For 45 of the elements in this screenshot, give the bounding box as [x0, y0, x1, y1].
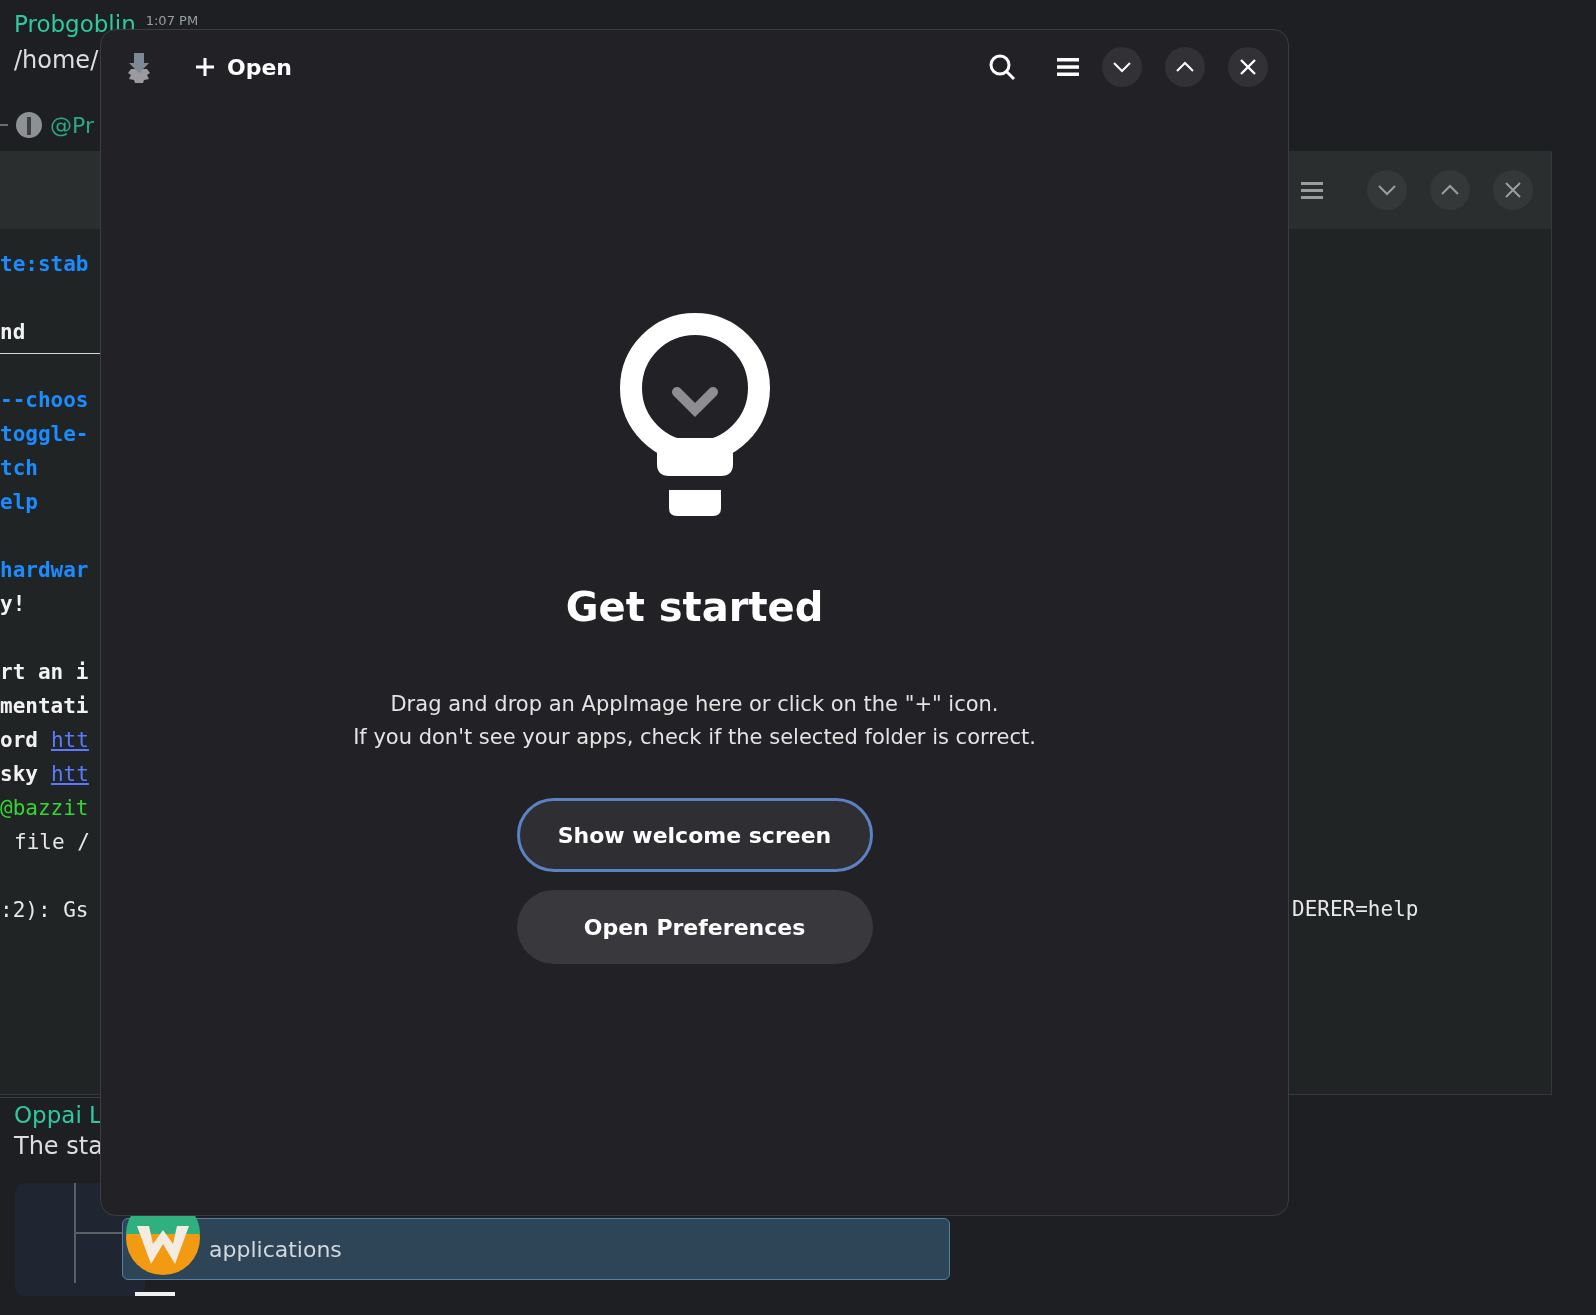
open-button[interactable]: Open — [187, 48, 301, 86]
terminal-text: DERER=help — [1292, 897, 1419, 921]
download-gear-icon[interactable] — [125, 51, 153, 83]
search-icon — [988, 53, 1016, 81]
terminal-text: --choos — [0, 388, 89, 412]
link[interactable]: htt — [50, 762, 89, 786]
avatar-icon — [16, 112, 42, 138]
terminal-text: rt an i — [0, 660, 89, 684]
user-mention[interactable]: @Pr — [50, 112, 94, 138]
terminal-text: :2): Gs — [0, 898, 89, 922]
terminal-text: nd — [0, 320, 26, 344]
terminal-text: sky — [0, 762, 38, 786]
file-row[interactable]: applications — [122, 1218, 950, 1280]
terminal-text: toggle- — [0, 422, 89, 446]
terminal-text: @bazzit — [0, 796, 89, 820]
terminal-text: y! — [0, 592, 26, 616]
menu-button[interactable] — [1057, 57, 1079, 77]
description-text: Drag and drop an AppImage here or click on the "+" icon. — [390, 691, 999, 718]
plus-icon — [195, 57, 215, 77]
terminal-text: hardwar — [0, 558, 89, 582]
author-name: Probgoblin — [14, 10, 136, 38]
terminal-text: tch — [0, 456, 38, 480]
terminal-text: mentati — [0, 694, 89, 718]
scroll-marker — [135, 1292, 175, 1296]
lightbulb-icon — [618, 312, 771, 518]
file-name: applications — [209, 1236, 342, 1262]
heading: Get started — [565, 584, 824, 630]
menu-icon — [1057, 57, 1079, 77]
action-button[interactable]: Open Preferences — [516, 890, 873, 964]
expand-button[interactable] — [1165, 47, 1205, 87]
terminal-text: ord — [0, 728, 38, 752]
message-text: /home/ — [13, 45, 100, 74]
close-icon — [1503, 180, 1523, 200]
description-text: If you don't see your apps, check if the selected folder is correct. — [353, 724, 1036, 751]
search-button[interactable] — [988, 53, 1016, 81]
collapse-button[interactable] — [1102, 47, 1142, 87]
action-button[interactable]: Show welcome screen — [516, 798, 873, 872]
link[interactable]: htt — [50, 728, 89, 752]
timestamp: 1:07 PM — [145, 13, 199, 28]
terminal-text: elp — [0, 490, 38, 514]
terminal-text: te:stab — [0, 252, 89, 276]
close-button[interactable] — [1228, 47, 1268, 87]
close-icon — [1238, 57, 1258, 77]
menu-icon[interactable] — [1300, 180, 1324, 200]
terminal-text: file / — [13, 830, 90, 854]
